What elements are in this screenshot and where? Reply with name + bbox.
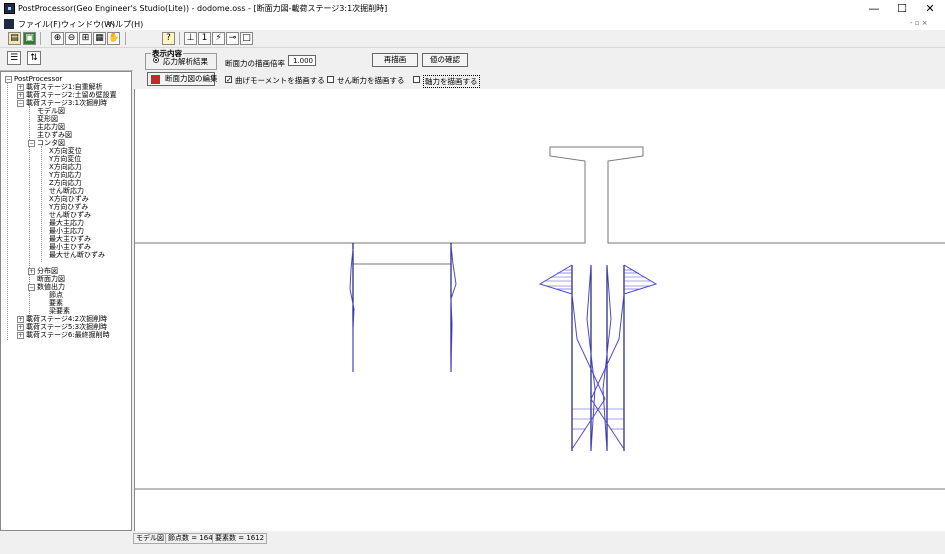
tree-guide bbox=[29, 106, 30, 324]
close-button[interactable]: ✕ bbox=[916, 0, 944, 18]
tree-sort-icon[interactable]: ⇅ bbox=[27, 51, 41, 65]
zoom-out-icon[interactable]: ⊖ bbox=[65, 32, 78, 45]
center-moment-diagram bbox=[538, 264, 658, 452]
tree-guide bbox=[7, 82, 8, 340]
tree-item-shear-strain[interactable]: せん断ひずみ bbox=[49, 211, 91, 219]
tree-item-deformation[interactable]: 変形図 bbox=[37, 115, 58, 123]
tree-collapse-icon[interactable]: − bbox=[28, 284, 35, 291]
edit-section-force-label: 断面力図の編集 bbox=[165, 74, 218, 83]
toolbar-separator bbox=[179, 32, 180, 45]
tree-item-stage1[interactable]: 載荷ステージ1:自重解析 bbox=[26, 83, 103, 91]
tree-item-model[interactable]: モデル図 bbox=[37, 107, 65, 115]
zoom-in-icon[interactable]: ⊕ bbox=[51, 32, 64, 45]
tree-item-stage3[interactable]: 載荷ステージ3:1次掘削時 bbox=[26, 99, 107, 107]
tree-item-shear-stress[interactable]: せん断応力 bbox=[49, 187, 84, 195]
scale-label: 断面力の描画倍率 bbox=[225, 59, 285, 68]
tree-item-y-strain[interactable]: Y方向ひずみ bbox=[49, 203, 88, 211]
export-icon[interactable]: ▣ bbox=[23, 32, 36, 45]
tree-item-stage4[interactable]: 載荷ステージ4:2次掘削時 bbox=[26, 315, 107, 323]
moment-checkbox[interactable]: ✓ bbox=[225, 76, 232, 84]
excavation-outline bbox=[135, 146, 945, 490]
axial-checkbox-label: 軸力を描画する bbox=[423, 75, 480, 88]
tree-item-principal-strain[interactable]: 主ひずみ図 bbox=[37, 131, 72, 139]
menu-file[interactable]: ファイル(F) bbox=[18, 19, 61, 30]
tree-item-numeric-output[interactable]: 数値出力 bbox=[37, 283, 65, 291]
left-wall-beam bbox=[352, 243, 452, 372]
window-title: PostProcessor(Geo Engineer's Studio(Lite… bbox=[18, 4, 388, 13]
edit-section-force-button[interactable]: 断面力図の編集 bbox=[147, 72, 218, 86]
center-piles bbox=[571, 265, 625, 451]
tree-collapse-icon[interactable]: − bbox=[17, 100, 24, 107]
toolbar bbox=[0, 31, 945, 48]
tree-guide bbox=[41, 146, 42, 262]
zoom-window-icon[interactable]: ▦ bbox=[93, 32, 106, 45]
tree-item-x-stress[interactable]: X方向応力 bbox=[49, 163, 82, 171]
tree-item-max-principal-strain[interactable]: 最大主ひずみ bbox=[49, 235, 91, 243]
section-force-diagram[interactable] bbox=[135, 89, 945, 531]
tree-expand-icon[interactable]: + bbox=[17, 92, 24, 99]
tree-collapse-icon[interactable]: − bbox=[28, 140, 35, 147]
tree-item-principal-stress[interactable]: 主応力図 bbox=[37, 123, 65, 131]
tree-item-beam-elements[interactable]: 梁要素 bbox=[49, 307, 70, 315]
tree-expand-icon[interactable]: + bbox=[17, 332, 24, 339]
fit-view-icon[interactable]: ⊞ bbox=[79, 32, 92, 45]
tree-expand-icon[interactable]: + bbox=[17, 324, 24, 331]
tree-item-stage5[interactable]: 載荷ステージ5:3次掘削時 bbox=[26, 323, 107, 331]
maximize-button[interactable]: ☐ bbox=[888, 0, 916, 18]
shear-checkbox[interactable] bbox=[327, 76, 334, 83]
tree-item-y-stress[interactable]: Y方向応力 bbox=[49, 171, 81, 179]
toolbar-separator bbox=[40, 32, 41, 45]
status-element-count: 要素数 = 1612 bbox=[212, 533, 268, 544]
app-icon[interactable] bbox=[4, 3, 15, 14]
tree-expand-icon[interactable]: + bbox=[28, 268, 35, 275]
toolbar-separator bbox=[125, 32, 126, 45]
mdi-doc-icon[interactable] bbox=[4, 19, 14, 29]
open-folder-icon[interactable]: ▤ bbox=[8, 32, 21, 45]
tree-item-x-strain[interactable]: X方向ひずみ bbox=[49, 195, 89, 203]
check-values-button[interactable]: 値の確認 bbox=[422, 53, 468, 67]
scale-input[interactable]: 1.000 bbox=[288, 55, 316, 66]
stress-result-radio[interactable] bbox=[153, 57, 159, 63]
drawing-canvas[interactable] bbox=[134, 89, 945, 531]
tree-expand-icon[interactable]: ☰ bbox=[7, 51, 21, 65]
tree-item-nodes[interactable]: 節点 bbox=[49, 291, 63, 299]
tree-item-min-principal-stress[interactable]: 最小主応力 bbox=[49, 227, 84, 235]
tree-item-y-disp[interactable]: Y方向変位 bbox=[49, 155, 81, 163]
moment-checkbox-label: 曲げモーメントを描画する bbox=[235, 76, 325, 85]
shear-checkbox-label: せん断力を描画する bbox=[337, 76, 405, 85]
frame-icon[interactable]: □ bbox=[240, 32, 253, 45]
tree-item-stage2[interactable]: 載荷ステージ2:土留め壁設置 bbox=[26, 91, 117, 99]
support-icon[interactable]: ⊥ bbox=[184, 32, 197, 45]
tree-item-elements[interactable]: 要素 bbox=[49, 299, 63, 307]
tree-expand-icon[interactable]: + bbox=[17, 316, 24, 323]
minimize-button[interactable]: — bbox=[860, 0, 888, 18]
result-tree[interactable]: − PostProcessor + 載荷ステージ1:自重解析 + 載荷ステージ2… bbox=[0, 71, 132, 531]
tree-root[interactable]: PostProcessor bbox=[14, 75, 62, 83]
beam-icon[interactable]: ⊸ bbox=[226, 32, 239, 45]
tree-item-z-stress[interactable]: Z方向応力 bbox=[49, 179, 82, 187]
moment-hatch bbox=[545, 269, 651, 430]
load-icon[interactable]: ⚡ bbox=[212, 32, 225, 45]
tree-item-max-principal-stress[interactable]: 最大主応力 bbox=[49, 219, 84, 227]
redraw-button[interactable]: 再描画 bbox=[372, 53, 418, 67]
help-icon[interactable]: ? bbox=[162, 32, 175, 45]
number-icon[interactable]: 1 bbox=[198, 32, 211, 45]
tree-item-stage6[interactable]: 載荷ステージ6:最終掘削時 bbox=[26, 331, 110, 339]
stress-result-label: 応力解析結果 bbox=[163, 57, 208, 66]
tree-item-x-disp[interactable]: X方向変位 bbox=[49, 147, 82, 155]
axial-checkbox[interactable] bbox=[413, 76, 420, 83]
tree-item-max-shear-strain[interactable]: 最大せん断ひずみ bbox=[49, 251, 105, 259]
tree-item-min-principal-strain[interactable]: 最小主ひずみ bbox=[49, 243, 91, 251]
mdi-window-controls[interactable]: - ▫ × bbox=[910, 19, 928, 27]
status-mode: モデル図 bbox=[133, 533, 167, 544]
tree-expand-icon[interactable]: + bbox=[17, 84, 24, 91]
tree-item-distribution[interactable]: 分布図 bbox=[37, 267, 58, 275]
edit-icon bbox=[151, 75, 160, 84]
menu-help[interactable]: ヘルプ(H) bbox=[107, 19, 143, 30]
pan-hand-icon[interactable]: ✋ bbox=[107, 32, 120, 45]
tree-item-section-force[interactable]: 断面力図 bbox=[37, 275, 65, 283]
